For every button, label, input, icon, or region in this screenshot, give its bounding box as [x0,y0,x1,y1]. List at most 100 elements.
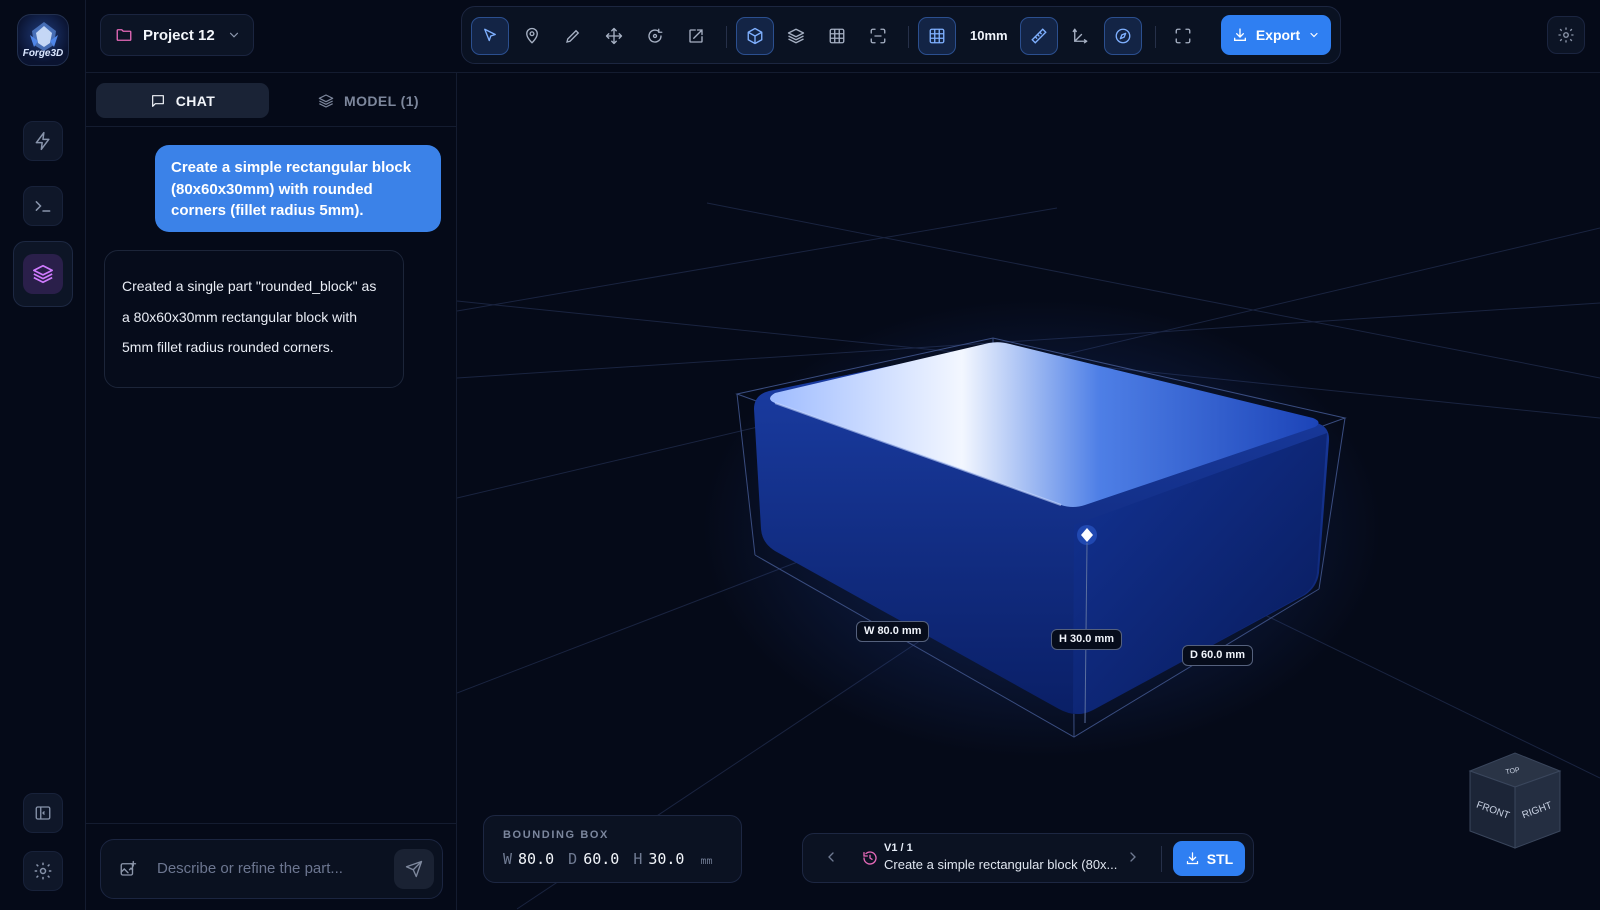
tab-chat-label: CHAT [175,92,216,109]
main-toolbar: 10mm [461,6,1341,64]
scale-tool-button[interactable] [677,17,715,55]
height-key: H [633,850,643,868]
download-icon [1186,852,1198,865]
toolbar-separator [1155,26,1156,48]
send-button[interactable] [394,849,434,889]
app-logo[interactable]: Forge3D [17,14,69,66]
chevron-down-icon [229,32,238,38]
compass-icon [1115,28,1131,44]
left-rail: Forge3D [0,0,86,910]
fullscreen-icon [1175,28,1191,44]
table-icon [829,28,845,44]
download-stl-button[interactable]: STL [1173,841,1245,876]
folder-icon [116,29,132,41]
cube-view-button[interactable] [736,17,774,55]
bounding-box-title: BOUNDING BOX [503,829,609,841]
collapse-panel-button[interactable] [23,793,63,833]
ruler-icon [1031,28,1047,44]
cursor-icon [484,28,496,42]
version-history-bar: V1 / 1 Create a simple rectangular block… [802,833,1254,883]
tab-chat[interactable]: CHAT [96,83,269,118]
select-tool-button[interactable] [471,17,509,55]
sidebar-item-terminal[interactable] [23,186,63,226]
logo-text: Forge3D [22,48,64,59]
height-dimension-label: H 30.0 mm [1051,629,1123,650]
3d-viewport[interactable]: TOP FRONT RIGHT W 80.0 mm H 30.0 mm D 60… [457,73,1600,910]
tab-model-label: MODEL (1) [344,92,419,109]
axes-button[interactable] [1061,17,1099,55]
chat-icon [151,94,164,107]
depth-key: D [568,850,578,868]
panel-tabs: CHAT MODEL (1) [86,73,456,127]
unit-label: mm [700,856,713,867]
pin-tool-button[interactable] [513,17,551,55]
chat-panel: CHAT MODEL (1) Create a simple rectangul… [86,73,457,910]
pen-icon [566,29,580,43]
lightning-icon [35,131,50,151]
draw-tool-button[interactable] [554,17,592,55]
width-key: W [503,850,513,868]
sidebar-toggle-icon [35,806,51,820]
axes-icon [1072,28,1088,44]
focus-icon [870,28,886,44]
settings-button[interactable] [23,851,63,891]
history-separator [1161,846,1162,872]
composer-divider [86,823,456,824]
grid-size-label[interactable]: 10mm [970,17,1008,55]
rotate-tool-button[interactable] [636,17,674,55]
export-label: Export [1255,27,1301,43]
message-composer [100,839,443,899]
user-message: Create a simple rectangular block (80x60… [155,145,441,232]
sidebar-item-lightning[interactable] [23,121,63,161]
toolbar-separator [726,26,727,48]
toolbar-separator [908,26,909,48]
layers-icon [33,264,53,284]
version-description: Create a simple rectangular block (80x..… [884,857,1118,872]
move-icon [605,27,623,45]
map-pin-icon [526,27,538,44]
depth-value: 60.0 [583,850,620,868]
sidebar-item-layers[interactable] [13,241,73,307]
project-name: Project 12 [143,26,215,44]
grid-icon [929,28,945,44]
attach-image-icon[interactable] [119,860,137,878]
table-view-button[interactable] [818,17,856,55]
move-tool-button[interactable] [595,17,633,55]
send-icon [405,860,423,878]
width-dimension-label: W 80.0 mm [856,621,930,642]
width-value: 80.0 [518,850,555,868]
cube-icon [747,27,763,45]
export-button[interactable]: Export [1221,15,1331,55]
gear-icon [34,862,52,880]
assistant-message: Created a single part "rounded_block" as… [104,250,404,388]
layers-view-button[interactable] [777,17,815,55]
stl-label: STL [1206,850,1234,867]
gear-icon [1558,27,1574,43]
history-icon [863,851,877,865]
height-value: 30.0 [648,850,685,868]
terminal-icon [35,201,51,212]
depth-dimension-label: D 60.0 mm [1182,645,1254,666]
chevron-left-icon[interactable] [823,849,839,865]
chevron-down-icon [1310,32,1318,38]
viewport-canvas: TOP FRONT RIGHT [457,202,1600,910]
rotate-icon [648,28,663,43]
view-cube[interactable]: TOP FRONT RIGHT [1468,752,1562,849]
measure-button[interactable] [1020,17,1058,55]
viewport-settings-button[interactable] [1547,16,1585,54]
tab-model[interactable]: MODEL (1) [286,83,451,118]
chevron-right-icon[interactable] [1125,849,1141,865]
fullscreen-button[interactable] [1164,17,1202,55]
version-label: V1 / 1 [884,842,913,854]
focus-button[interactable] [859,17,897,55]
download-icon [1233,28,1246,41]
bounding-box-values: W 80.0 D 60.0 H 30.0 mm [503,850,713,868]
grid-toggle-button[interactable] [918,17,956,55]
navigate-button[interactable] [1104,17,1142,55]
layers-icon [318,93,334,108]
layers-icon [787,28,805,44]
bounding-box-card: BOUNDING BOX W 80.0 D 60.0 H 30.0 mm [483,815,742,883]
scale-icon [689,29,703,43]
project-selector[interactable]: Project 12 [100,14,254,56]
message-input[interactable] [157,840,387,898]
